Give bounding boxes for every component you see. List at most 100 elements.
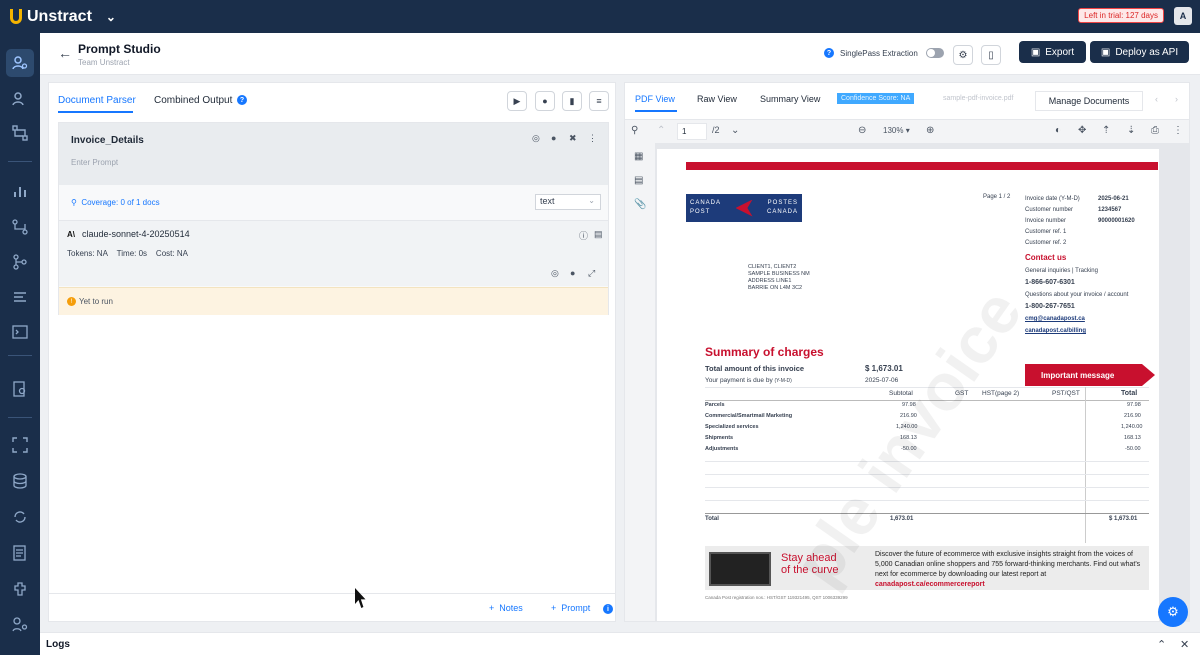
chevron-right-icon[interactable]: ›	[1175, 94, 1178, 104]
zoom-in-icon[interactable]: ⊕	[926, 125, 934, 136]
sidebar-item-users[interactable]	[6, 85, 34, 113]
add-notes-button[interactable]: + Notes	[489, 603, 523, 613]
logs-bar[interactable]: Logs ⌃ ✕	[40, 632, 1200, 655]
row-total: 216.90	[1124, 413, 1141, 419]
print-icon[interactable]: ⎙	[1151, 125, 1159, 136]
record-icon[interactable]: ●	[570, 268, 575, 278]
contact-line: 1-866-607-6301	[1025, 279, 1075, 286]
info-icon[interactable]: i	[603, 604, 613, 614]
record-button[interactable]: ●	[535, 91, 555, 111]
play-icon[interactable]: ◎	[532, 133, 540, 144]
chevron-left-icon[interactable]: ‹	[1155, 94, 1158, 104]
close-icon[interactable]: ✕	[1180, 638, 1189, 651]
add-prompt-button[interactable]: + Prompt	[551, 603, 590, 613]
row-total: 168.13	[1124, 435, 1141, 441]
search-icon[interactable]: ⚲	[631, 125, 638, 136]
theme-icon[interactable]: ◐	[1055, 125, 1061, 136]
sidebar-item-vector-db[interactable]	[6, 467, 34, 495]
pdf-viewer[interactable]: CANADA POST POSTES CANADA Page 1 / 2 Invoi…	[655, 143, 1189, 621]
copy-button[interactable]: ▯	[981, 45, 1001, 65]
expand-icon[interactable]: ⤢	[588, 268, 595, 279]
manage-documents-button[interactable]: Manage Documents	[1035, 91, 1143, 111]
run-all-button[interactable]: ▶	[507, 91, 527, 111]
page-title: Prompt Studio	[78, 42, 161, 56]
output-type-select[interactable]: text ⌄	[535, 194, 601, 210]
cube-icon: ▣	[1030, 46, 1041, 58]
info-icon[interactable]: ⓘ	[579, 229, 588, 242]
zoom-level[interactable]: 130% ▾	[883, 126, 910, 135]
bar-chart-icon	[14, 187, 26, 197]
run-icon[interactable]: ◎	[551, 268, 559, 279]
list-button[interactable]: ≡	[589, 91, 609, 111]
meta-labels: Invoice date (Y-M-D) Customer number Inv…	[1025, 194, 1080, 249]
tab-raw-view[interactable]: Raw View	[697, 94, 737, 104]
sidebar-item-workflows[interactable]	[6, 119, 34, 147]
upload-icon[interactable]: ⇡	[1102, 125, 1110, 136]
chat-button[interactable]: ⚙	[1158, 597, 1188, 627]
collapse-icon[interactable]: ✖	[569, 133, 577, 144]
more-icon[interactable]: ⋮	[1173, 125, 1183, 136]
active-tab-indicator	[635, 110, 677, 112]
column-header: Total	[1121, 390, 1138, 397]
chart-button[interactable]: ▮	[562, 91, 582, 111]
outline-icon[interactable]: ▤	[634, 175, 643, 186]
chevron-up-icon[interactable]: ⌃	[657, 125, 665, 136]
user-gear-icon	[12, 92, 24, 106]
export-button[interactable]: ▣ Export	[1019, 41, 1086, 63]
prompt-input[interactable]: Enter Prompt	[71, 158, 118, 167]
move-icon[interactable]: ✥	[1078, 125, 1086, 136]
tab-document-parser[interactable]: Document Parser	[58, 95, 136, 106]
model-name: claude-sonnet-4-20250514	[82, 229, 190, 239]
sidebar-item-connectors[interactable]	[6, 503, 34, 531]
tab-combined-output[interactable]: Combined Output	[154, 95, 232, 106]
chevron-down-icon[interactable]: ⌄	[731, 125, 739, 136]
deploy-as-api-button[interactable]: ▣ Deploy as API	[1090, 41, 1189, 63]
coverage-link[interactable]: ⚲ Coverage: 0 of 1 docs	[71, 198, 160, 207]
chevron-up-icon[interactable]: ⌃	[1157, 638, 1166, 651]
sidebar-item-review[interactable]	[6, 375, 34, 403]
help-icon[interactable]: ?	[237, 95, 247, 105]
sidebar-item-settings[interactable]	[6, 610, 34, 638]
singlepass-toggle[interactable]	[925, 48, 944, 58]
sidebar-item-etl[interactable]	[6, 248, 34, 276]
play-icon: ▶	[513, 95, 521, 106]
row-label: Commercial/Smartmail Marketing	[705, 413, 793, 419]
trial-badge[interactable]: Left in trial: 127 days	[1078, 8, 1164, 23]
chevron-down-icon[interactable]: ⌄	[106, 10, 116, 24]
confidence-badge: Confidence Score: NA	[837, 93, 915, 104]
contact-link: cmg@canadapost.ca	[1025, 316, 1085, 322]
attachment-icon[interactable]: 📎	[634, 199, 646, 210]
page-input[interactable]: 1	[677, 123, 707, 140]
sidebar-item-plugins[interactable]	[6, 575, 34, 603]
sidebar-item-pipelines[interactable]	[6, 213, 34, 241]
sidebar-item-api[interactable]	[6, 318, 34, 346]
help-icon[interactable]: ?	[824, 48, 834, 58]
sidebar-item-prompt-studio[interactable]	[6, 49, 34, 77]
cost-stat: Cost: NA	[155, 249, 188, 258]
back-arrow-icon[interactable]: ←	[58, 45, 72, 61]
more-icon[interactable]: ⋮	[588, 133, 597, 144]
zoom-out-icon[interactable]: ⊖	[858, 125, 866, 136]
workflow-icon	[12, 125, 28, 141]
due-suffix: (Y-M-D)	[774, 378, 792, 384]
document-list-icon	[13, 545, 26, 561]
sidebar-item-extraction[interactable]	[6, 431, 34, 459]
promo-text: Discover the future of ecommerce with ex…	[875, 550, 1147, 590]
download-icon[interactable]: ⇣	[1127, 125, 1135, 136]
page-number: Page 1 / 2	[983, 194, 1011, 200]
tab-summary-view[interactable]: Summary View	[760, 94, 820, 104]
record-icon[interactable]: ●	[551, 133, 556, 143]
avatar[interactable]: A	[1174, 7, 1192, 25]
logo-text-left: CANADA POST	[690, 199, 721, 217]
prompt-key[interactable]: Invoice_Details	[71, 135, 144, 146]
brand-logo[interactable]: Unstract ⌄	[10, 8, 116, 26]
sidebar-item-tasks[interactable]	[6, 283, 34, 311]
thumbnails-icon[interactable]: ▦	[634, 151, 643, 162]
settings-button[interactable]: ⚙	[953, 45, 973, 65]
tab-pdf-view[interactable]: PDF View	[635, 94, 675, 104]
sidebar-item-dashboard[interactable]	[6, 177, 34, 205]
sidebar-item-text-extractor[interactable]	[6, 539, 34, 567]
active-tab-indicator	[58, 111, 133, 113]
document-icon[interactable]: ▤	[594, 229, 603, 240]
list-icon	[14, 292, 26, 302]
